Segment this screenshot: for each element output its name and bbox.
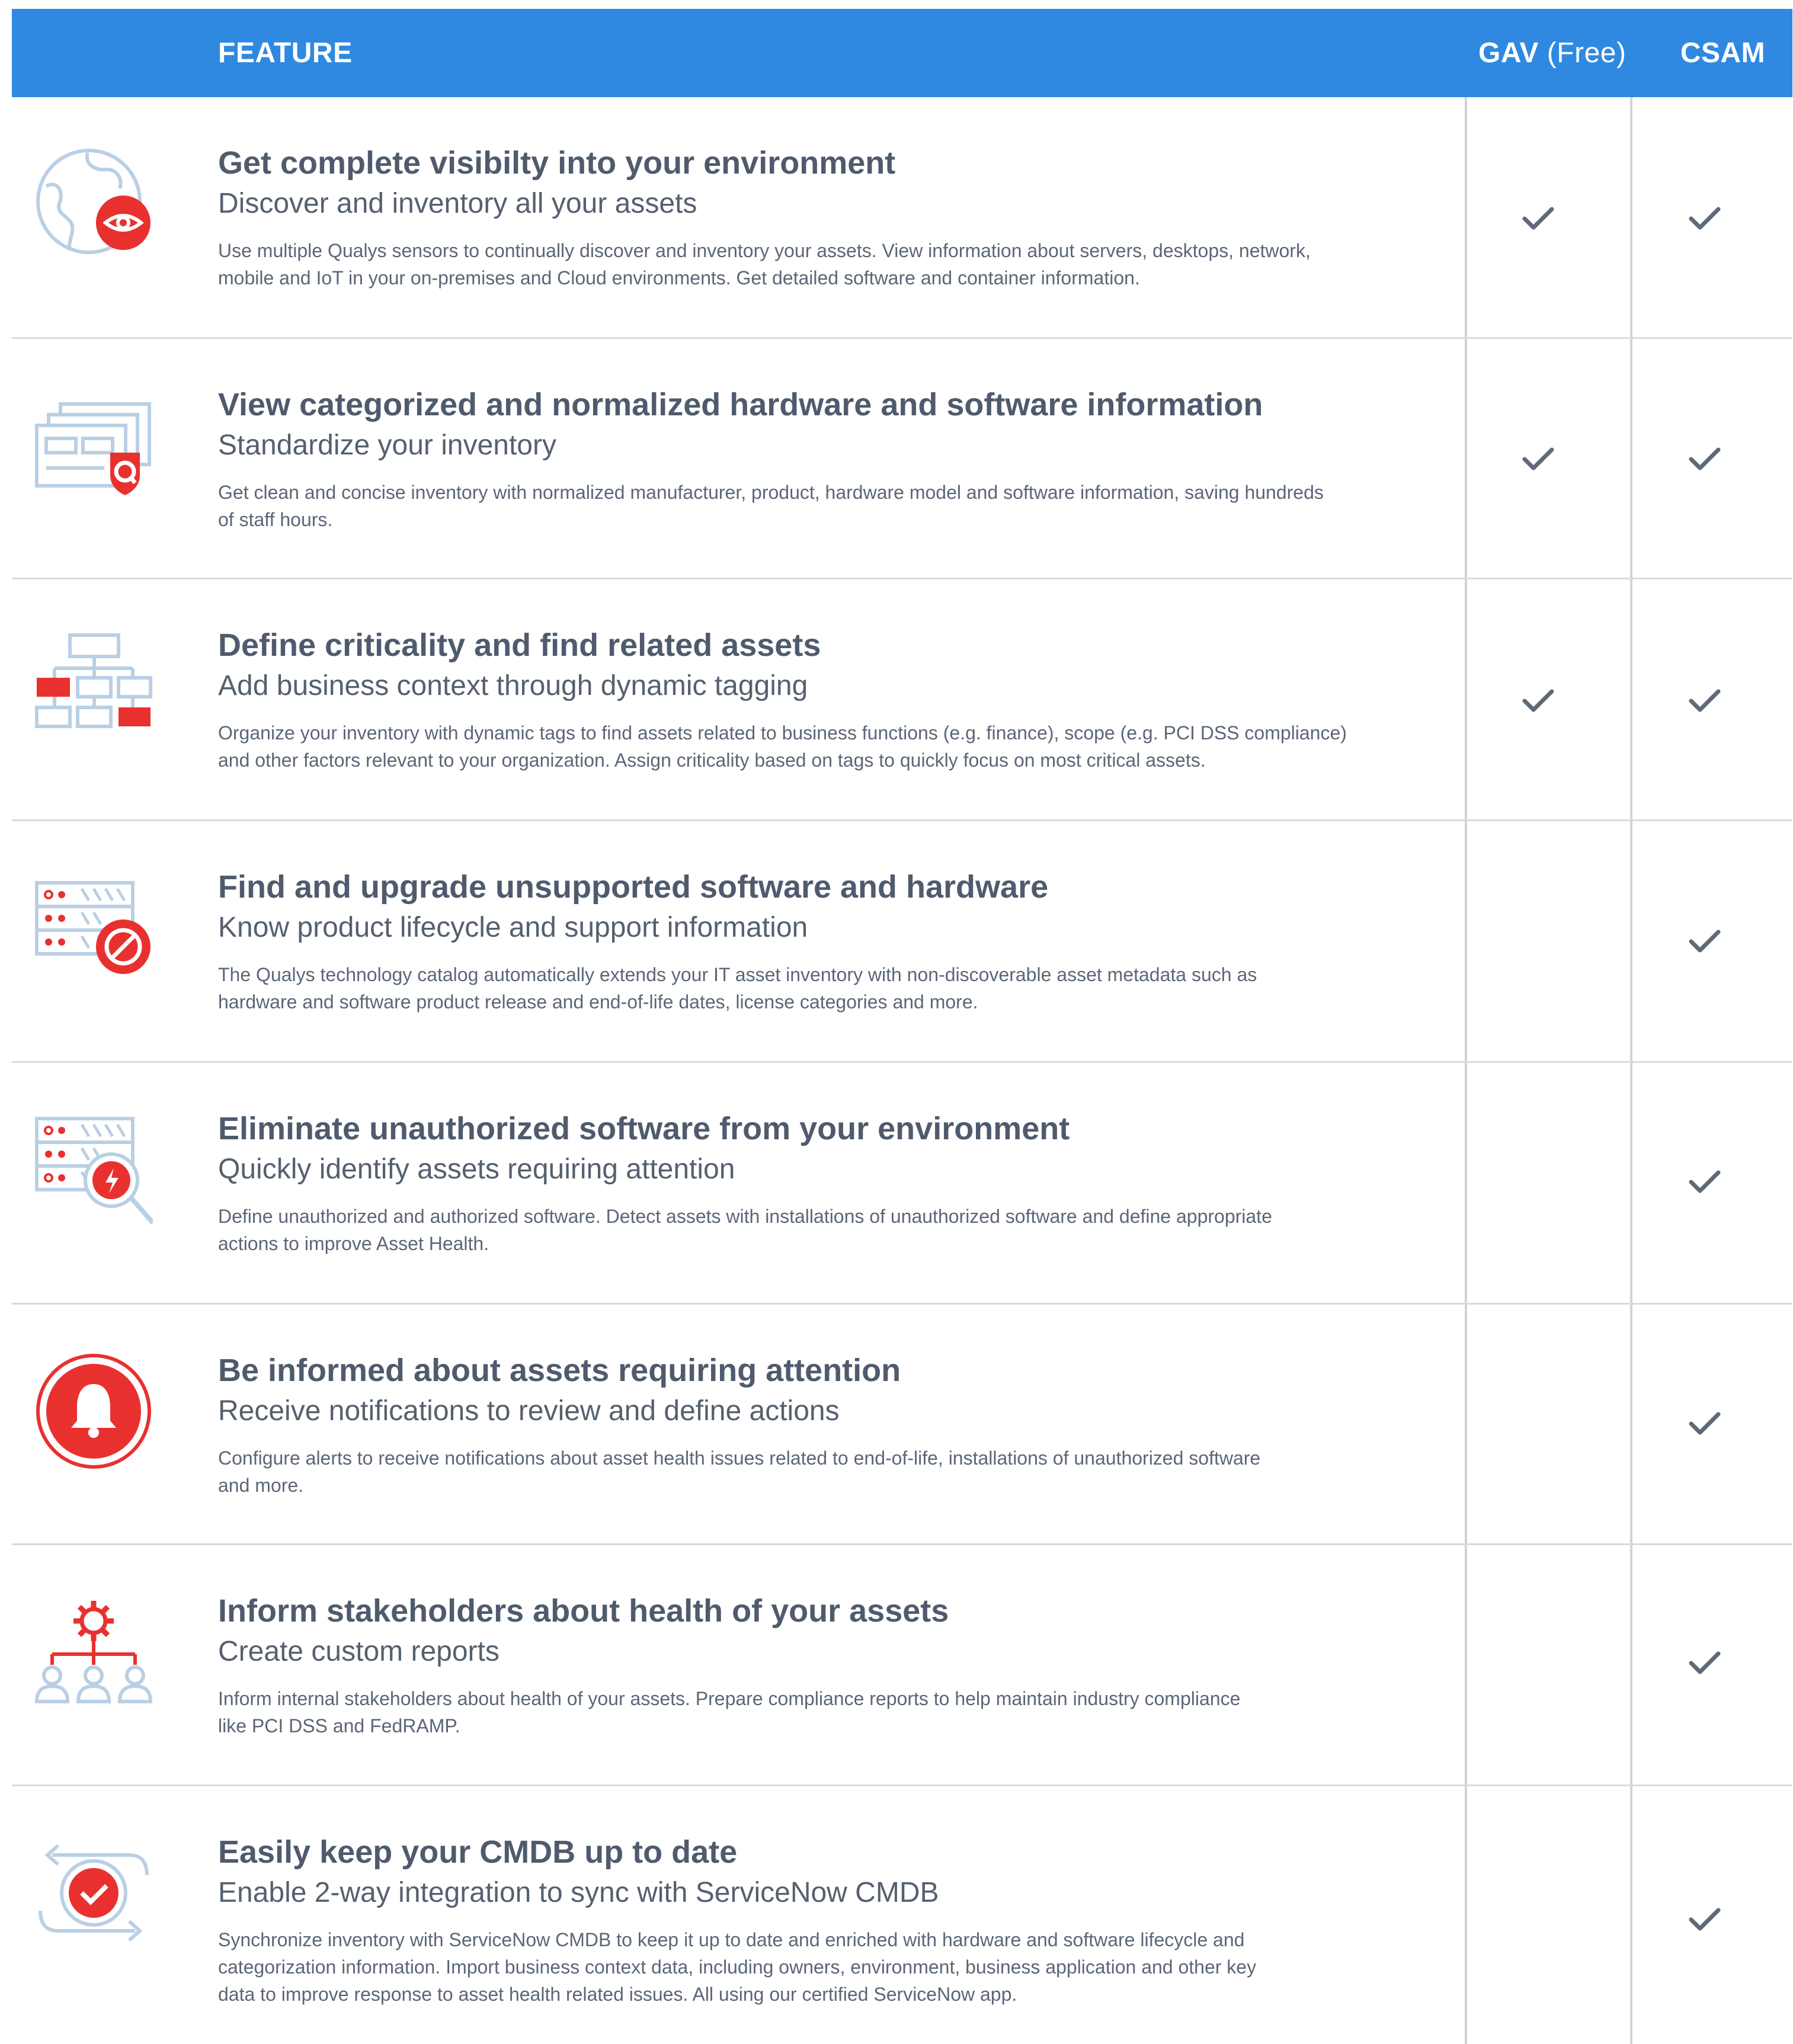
gav-column-header: GAV (Free) — [1478, 9, 1626, 97]
inventory-cards-icon — [34, 386, 153, 505]
csam-check-icon — [1689, 1412, 1721, 1436]
feature-row: Eliminate unauthorized software from you… — [12, 1063, 1792, 1305]
feature-description-line: Use multiple Qualys sensors to continual… — [218, 240, 1311, 261]
feature-description-line: and other factors relevant to your organ… — [218, 749, 1206, 771]
feature-subtitle: Know product lifecycle and support infor… — [218, 912, 808, 943]
feature-description-line: and more. — [218, 1475, 304, 1496]
feature-subtitle: Add business context through dynamic tag… — [218, 670, 808, 701]
feature-title: Get complete visibilty into your environ… — [218, 145, 896, 181]
feature-subtitle: Standardize your inventory — [218, 430, 556, 461]
feature-subtitle: Enable 2-way integration to sync with Se… — [218, 1877, 939, 1908]
feature-description-line: like PCI DSS and FedRAMP. — [218, 1715, 460, 1737]
feature-title: Inform stakeholders about health of your… — [218, 1593, 949, 1629]
feature-column-header: FEATURE — [218, 37, 353, 69]
feature-description-line: The Qualys technology catalog automatica… — [218, 964, 1257, 985]
feature-title: Define criticality and find related asse… — [218, 627, 821, 663]
feature-description-line: Inform internal stakeholders about healt… — [218, 1688, 1241, 1709]
csam-check-icon — [1689, 930, 1721, 953]
feature-title: View categorized and normalized hardware… — [218, 387, 1263, 422]
csam-check-icon — [1689, 207, 1721, 230]
gav-check-icon — [1522, 447, 1554, 471]
feature-description-line: actions to improve Asset Health. — [218, 1233, 489, 1254]
server-search-icon — [34, 1110, 153, 1229]
globe-eye-icon — [34, 145, 153, 263]
feature-description: Use multiple Qualys sensors to continual… — [218, 237, 1421, 291]
feature-description: Organize your inventory with dynamic tag… — [218, 719, 1421, 774]
table-header: FEATURE GAV (Free) CSAM — [12, 9, 1792, 97]
feature-row: Easily keep your CMDB up to date Enable 2… — [12, 1786, 1792, 2044]
feature-subtitle: Receive notifications to review and defi… — [218, 1395, 840, 1427]
feature-description-line: Configure alerts to receive notification… — [218, 1447, 1261, 1469]
feature-description-line: Get clean and concise inventory with nor… — [218, 482, 1324, 503]
feature-description: Define unauthorized and authorized softw… — [218, 1203, 1421, 1257]
feature-description: The Qualys technology catalog automatica… — [218, 961, 1421, 1015]
gav-column-label: GAV — [1478, 37, 1539, 69]
feature-description: Get clean and concise inventory with nor… — [218, 479, 1421, 533]
feature-title: Easily keep your CMDB up to date — [218, 1834, 738, 1870]
feature-subtitle: Quickly identify assets requiring attent… — [218, 1154, 735, 1185]
feature-row: Find and upgrade unsupported software an… — [12, 821, 1792, 1063]
feature-title: Eliminate unauthorized software from you… — [218, 1111, 1070, 1146]
server-blocked-icon — [34, 869, 153, 987]
sync-check-icon — [34, 1834, 153, 1952]
feature-title: Find and upgrade unsupported software an… — [218, 869, 1049, 905]
hierarchy-tags-icon — [34, 627, 153, 745]
feature-description-line: hardware and software product release an… — [218, 991, 978, 1013]
csam-check-icon — [1689, 1170, 1721, 1194]
feature-description-line: Synchronize inventory with ServiceNow CM… — [218, 1929, 1245, 1950]
csam-check-icon — [1689, 689, 1721, 713]
feature-subtitle: Create custom reports — [218, 1636, 500, 1667]
stakeholders-gear-icon — [34, 1593, 153, 1711]
feature-description-line: categorization information. Import busin… — [218, 1956, 1257, 1978]
bell-alert-icon — [34, 1352, 153, 1470]
gav-check-icon — [1522, 207, 1554, 230]
feature-description-line: Define unauthorized and authorized softw… — [218, 1206, 1272, 1227]
csam-check-icon — [1689, 1651, 1721, 1675]
feature-subtitle: Discover and inventory all your assets — [218, 188, 697, 219]
feature-description: Configure alerts to receive notification… — [218, 1444, 1421, 1499]
csam-column-header: CSAM — [1680, 37, 1766, 69]
csam-check-icon — [1689, 447, 1721, 471]
feature-description: Synchronize inventory with ServiceNow CM… — [218, 1926, 1421, 2008]
feature-description-line: of staff hours. — [218, 509, 333, 530]
gav-check-icon — [1522, 689, 1554, 713]
feature-description: Inform internal stakeholders about healt… — [218, 1685, 1421, 1739]
gav-free-label: (Free) — [1547, 37, 1626, 69]
feature-row: Inform stakeholders about health of your… — [12, 1545, 1792, 1786]
feature-description-line: mobile and IoT in your on-premises and C… — [218, 267, 1140, 289]
feature-title: Be informed about assets requiring atten… — [218, 1353, 901, 1388]
feature-row: Be informed about assets requiring atten… — [12, 1305, 1792, 1545]
feature-description-line: Organize your inventory with dynamic tag… — [218, 722, 1347, 744]
csam-check-icon — [1689, 1908, 1721, 1931]
feature-description-line: data to improve response to asset health… — [218, 1984, 1017, 2005]
